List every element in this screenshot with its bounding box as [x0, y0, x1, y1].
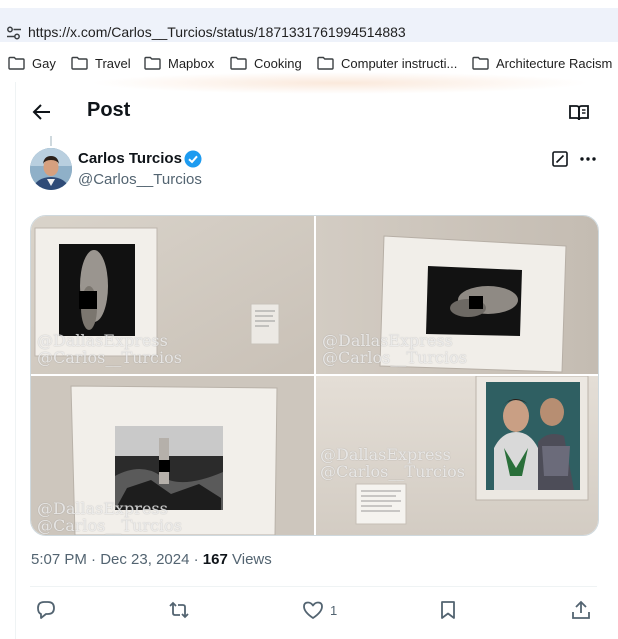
- media-grid: @DallasExpress @Carlos__Turcios @DallasE…: [30, 215, 599, 536]
- grok-icon[interactable]: [551, 150, 569, 168]
- arrow-left-icon[interactable]: [31, 101, 53, 123]
- url-text[interactable]: https://x.com/Carlos__Turcios/status/187…: [28, 24, 406, 40]
- like-count: 1: [330, 602, 338, 618]
- page-shadow: [90, 72, 590, 94]
- verified-badge-icon: [184, 150, 202, 168]
- bookmark-gay[interactable]: Gay: [8, 54, 56, 72]
- more-options-icon[interactable]: [578, 150, 598, 168]
- views-count: 167: [202, 551, 228, 568]
- reply-button[interactable]: [35, 598, 57, 622]
- post-time[interactable]: 5:07 PM: [31, 551, 87, 568]
- bookmark-label: Architecture Racism: [496, 55, 613, 71]
- watermark: @DallasExpress @Carlos__Turcios: [322, 332, 467, 366]
- watermark-line: @DallasExpress: [37, 499, 168, 518]
- watermark-line: @Carlos__Turcios: [37, 348, 182, 367]
- post-header: Post: [15, 92, 618, 132]
- like-button[interactable]: 1: [302, 598, 337, 622]
- watermark-line: @DallasExpress: [320, 445, 451, 464]
- folder-icon: [144, 56, 161, 70]
- grid-divider: [31, 374, 598, 376]
- folder-icon: [230, 56, 247, 70]
- bookmark-label: Computer instructi...: [341, 55, 458, 71]
- bookmark-button[interactable]: [437, 598, 459, 622]
- photo-tile-3[interactable]: @DallasExpress @Carlos__Turcios: [31, 376, 314, 535]
- bookmark-label: Cooking: [254, 55, 302, 71]
- meta-separator: ·: [193, 551, 199, 568]
- bookmark-architecture-racism[interactable]: Architecture Racism: [472, 54, 612, 72]
- views-label: Views: [232, 551, 272, 568]
- photo-tile-1[interactable]: @DallasExpress @Carlos__Turcios: [31, 216, 314, 374]
- repost-icon: [169, 601, 189, 619]
- repost-button[interactable]: [168, 598, 190, 622]
- post-date[interactable]: Dec 23, 2024: [100, 551, 189, 568]
- post-meta: 5:07 PM · Dec 23, 2024 · 167 Views: [31, 551, 272, 568]
- watermark-line: @Carlos__Turcios: [37, 516, 182, 535]
- tune-icon[interactable]: [6, 25, 22, 41]
- share-button[interactable]: [570, 598, 592, 622]
- bookmark-computer-instructions[interactable]: Computer instructi...: [317, 54, 457, 72]
- folder-icon: [71, 56, 88, 70]
- author-handle[interactable]: @Carlos__Turcios: [78, 171, 202, 188]
- page-title: Post: [87, 99, 131, 121]
- share-icon: [572, 600, 590, 619]
- reply-icon: [37, 601, 55, 619]
- bookmark-label: Gay: [32, 55, 56, 71]
- folder-icon: [317, 56, 334, 70]
- address-field[interactable]: https://x.com/Carlos__Turcios/status/187…: [0, 8, 618, 42]
- browser-address-bar: https://x.com/Carlos__Turcios/status/187…: [0, 0, 618, 46]
- bookmark-label: Mapbox: [168, 55, 215, 71]
- heart-icon: [303, 601, 323, 619]
- avatar[interactable]: [30, 148, 72, 190]
- folder-icon: [472, 56, 489, 70]
- watermark: @DallasExpress @Carlos__Turcios: [37, 332, 182, 366]
- meta-separator: ·: [91, 551, 97, 568]
- watermark-line: @Carlos__Turcios: [322, 348, 467, 367]
- watermark-line: @Carlos__Turcios: [320, 462, 465, 481]
- thread-line: [50, 136, 52, 146]
- photo-tile-4[interactable]: @DallasExpress @Carlos__Turcios: [316, 376, 598, 535]
- watermark: @DallasExpress @Carlos__Turcios: [320, 446, 465, 480]
- book-open-icon[interactable]: [568, 102, 590, 124]
- bookmark-cooking[interactable]: Cooking: [230, 54, 302, 72]
- folder-icon: [8, 56, 25, 70]
- bookmark-icon: [441, 601, 455, 619]
- watermark: @DallasExpress @Carlos__Turcios: [37, 500, 182, 534]
- action-bar: 1: [0, 598, 618, 624]
- bookmark-travel[interactable]: Travel: [71, 54, 131, 72]
- author-name[interactable]: Carlos Turcios: [78, 150, 182, 167]
- watermark-line: @DallasExpress: [322, 331, 453, 350]
- photo-tile-2[interactable]: @DallasExpress @Carlos__Turcios: [316, 216, 598, 374]
- watermark-line: @DallasExpress: [37, 331, 168, 350]
- divider: [30, 586, 597, 587]
- bookmark-label: Travel: [95, 55, 131, 71]
- bookmark-mapbox[interactable]: Mapbox: [144, 54, 214, 72]
